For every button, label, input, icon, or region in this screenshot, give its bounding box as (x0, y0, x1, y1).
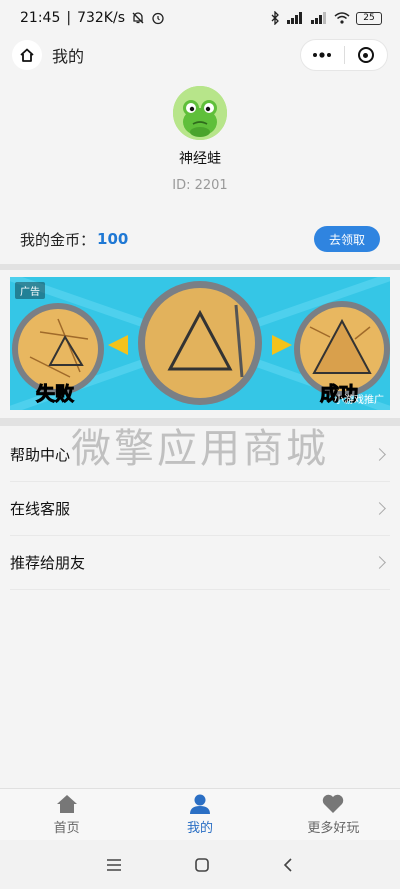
menu-item-label: 在线客服 (10, 500, 71, 518)
claim-coins-button[interactable]: 去领取 (314, 226, 380, 252)
menu-list: 帮助中心 在线客服 推荐给朋友 (10, 428, 390, 590)
tab-label: 更多好玩 (307, 820, 360, 836)
tab-more-fun[interactable]: 更多好玩 (267, 789, 400, 840)
alarm-icon (152, 12, 164, 25)
ad-tag[interactable]: 广告 (15, 282, 45, 299)
menu-item-share[interactable]: 推荐给朋友 (10, 536, 390, 590)
menu-item-label: 推荐给朋友 (10, 554, 86, 572)
page-title: 我的 (52, 47, 85, 66)
menu-item-customer-service[interactable]: 在线客服 (10, 482, 390, 536)
ad-fail-text: 失败 (35, 383, 75, 406)
nav-bar: 我的 (0, 36, 400, 74)
menu-item-help[interactable]: 帮助中心 (10, 428, 390, 482)
status-time: 21:45 (20, 10, 61, 26)
user-icon (189, 794, 210, 814)
coins-row: 我的金币： 100 去领取 (0, 220, 400, 258)
home-icon (20, 48, 34, 62)
coins-value: 100 (97, 230, 129, 248)
status-speed: 732K/s (77, 10, 125, 26)
tab-label: 首页 (53, 820, 80, 836)
wifi-icon (334, 12, 350, 24)
heart-icon (323, 794, 344, 813)
section-divider (0, 264, 400, 270)
more-button[interactable] (301, 52, 344, 58)
chevron-right-icon (373, 556, 386, 569)
home-icon (56, 794, 77, 813)
ad-banner[interactable]: 广告 失败 成功 小游戏推广 (10, 277, 390, 410)
status-bar: 21:45 | 732K/s 25 (0, 0, 400, 36)
user-id: ID: 2201 (172, 178, 228, 193)
section-divider-2 (0, 418, 400, 426)
battery-icon: 25 (356, 11, 382, 25)
tab-mine[interactable]: 我的 (133, 789, 266, 840)
menu-item-label: 帮助中心 (10, 446, 71, 464)
menu-icon[interactable] (106, 858, 122, 872)
system-nav-bar (0, 840, 400, 889)
profile-section: 神经蛙 ID: 2201 (0, 86, 400, 193)
mute-bell-icon (132, 12, 144, 24)
home-square-icon[interactable] (194, 857, 210, 873)
more-dots-icon (313, 52, 332, 58)
coins-label: 我的金币： (20, 230, 96, 249)
target-icon (357, 47, 374, 63)
avatar[interactable] (173, 86, 227, 140)
tab-home[interactable]: 首页 (0, 789, 133, 840)
chevron-right-icon (373, 448, 386, 461)
frog-avatar-image (173, 86, 227, 140)
ad-promo-text: 小游戏推广 (334, 395, 384, 406)
bluetooth-icon (271, 11, 279, 25)
mini-program-capsule (300, 39, 388, 71)
signal-icon (287, 12, 302, 24)
signal-icon-2 (311, 12, 326, 24)
back-icon[interactable] (282, 857, 294, 873)
close-miniprogram-button[interactable] (345, 47, 388, 63)
tab-bar: 首页 我的 更多好玩 (0, 788, 400, 840)
chevron-right-icon (373, 502, 386, 515)
tab-label: 我的 (186, 820, 213, 836)
home-button[interactable] (12, 40, 42, 70)
nickname: 神经蛙 (179, 151, 221, 167)
